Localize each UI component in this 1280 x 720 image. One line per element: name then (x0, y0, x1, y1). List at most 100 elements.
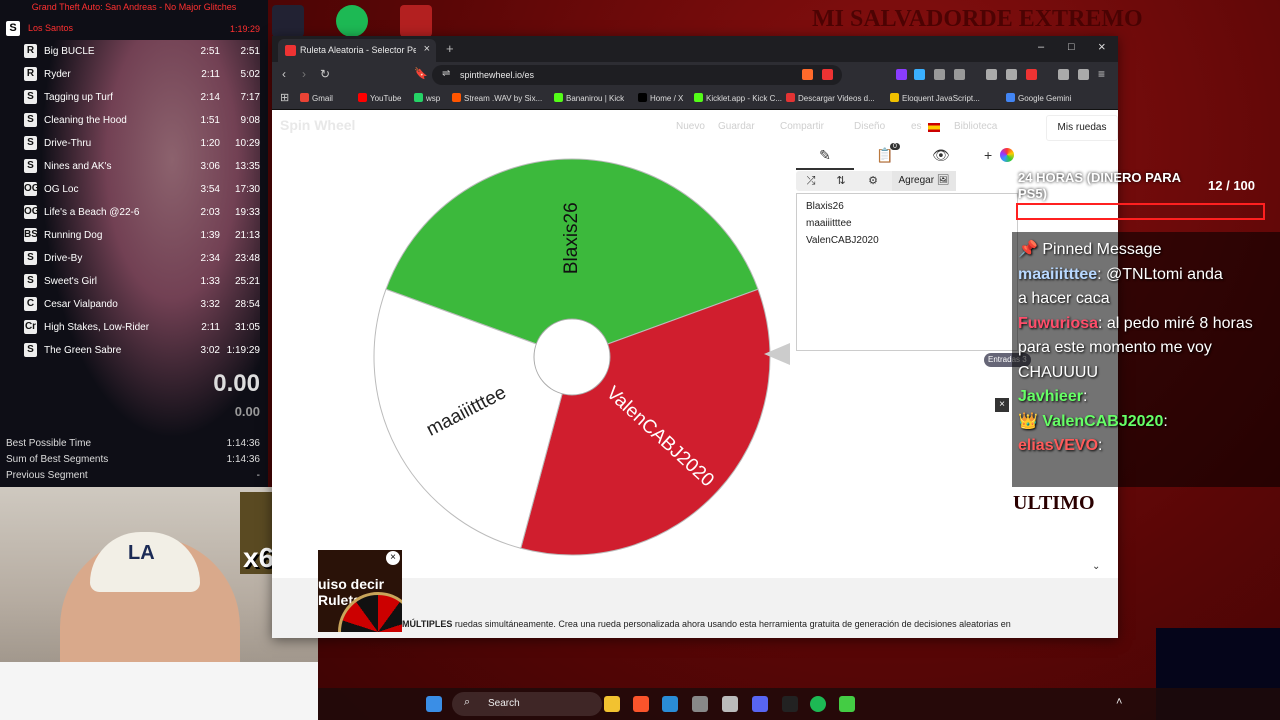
chat-username[interactable]: eliasVEVO (1018, 437, 1098, 454)
split-segment: 1:51 (200, 115, 220, 126)
screenshot-icon[interactable] (954, 69, 965, 80)
chat-message: CHAUUUU (1018, 361, 1098, 385)
chat-username[interactable]: ValenCABJ2020 (1042, 413, 1163, 430)
settings-app-icon[interactable] (722, 696, 738, 712)
tab-ruleta[interactable]: Ruleta Aleatoria - Selector Personalizad… (278, 39, 436, 62)
obs-icon[interactable] (782, 696, 798, 712)
reload-icon[interactable]: ↻ (320, 67, 330, 81)
bookmark-item[interactable]: Home / X (638, 93, 683, 103)
scroll-down-icon[interactable]: ⌄ (1092, 561, 1100, 572)
bookmark-item[interactable]: Descargar Videos d... (786, 93, 875, 103)
edit-tab-icon[interactable]: ✎ (796, 147, 854, 170)
rewards-icon[interactable] (822, 69, 833, 80)
bookmark-item[interactable]: YouTube (358, 93, 401, 103)
ad-close-button[interactable]: × (386, 551, 400, 565)
app-icon-1[interactable] (272, 5, 304, 37)
browser-window: Ruleta Aleatoria - Selector Personalizad… (272, 36, 1118, 638)
minimize-button[interactable]: – (1038, 41, 1044, 53)
split-row: R Big BUCLE 2:51 2:51 (0, 40, 268, 63)
extension-icon[interactable] (896, 69, 907, 80)
menu-design[interactable]: Diseño (854, 121, 885, 132)
split-row: OG OG Loc 3:54 17:30 (0, 178, 268, 201)
add-image-button[interactable]: Agregar 🖼 (892, 171, 956, 191)
app-icon-3[interactable] (400, 5, 432, 37)
shield-icon[interactable] (1078, 69, 1089, 80)
apps-grid-icon[interactable]: ⊞ (280, 91, 289, 104)
split-segment: 2:14 (200, 92, 220, 103)
split-time: 13:35 (234, 161, 260, 172)
chat-message: Javhieer: (1018, 385, 1087, 409)
menu-icon[interactable]: ≡ (1098, 67, 1105, 81)
chat-overlay: 📌 Pinned Message maaiiitttee: @TNLtomi an… (1012, 232, 1280, 487)
split-row: S The Green Sabre 3:02 1:19:29 (0, 339, 268, 362)
tab-close-icon[interactable]: × (424, 43, 430, 55)
url-field[interactable]: ⇌ spinthewheel.io/es (432, 65, 842, 85)
extension-icon[interactable] (914, 69, 925, 80)
entry-line: ValenCABJ2020 (806, 235, 879, 246)
file-explorer-icon[interactable] (604, 696, 620, 712)
split-icon: S (24, 159, 37, 173)
split-row: S Nines and AK's 3:06 13:35 (0, 155, 268, 178)
site-info-icon[interactable]: ⇌ (442, 68, 450, 79)
split-time: 21:13 (234, 230, 260, 241)
cap-logo: LA (128, 542, 155, 564)
shuffle-icon[interactable]: ⤮ (796, 171, 826, 191)
split-segment: 2:51 (200, 46, 220, 57)
menu-save[interactable]: Guardar (718, 121, 755, 132)
vpn-icon[interactable] (1058, 69, 1069, 80)
tray-chevron-icon[interactable]: ˄ (1116, 696, 1122, 708)
sidebar-icon[interactable] (1006, 69, 1017, 80)
vscode-icon[interactable] (662, 696, 678, 712)
split-segment: 2:34 (200, 253, 220, 264)
add-wheel-icon[interactable]: + (984, 147, 992, 163)
taskbar-search[interactable]: ⌕ Search (452, 692, 602, 716)
hide-tab-icon[interactable]: 👁 (932, 147, 950, 164)
wheel-center-hub[interactable] (533, 318, 611, 396)
bookmark-item[interactable]: Kicklet.app - Kick C... (694, 93, 782, 103)
close-window-button[interactable]: × (1098, 39, 1106, 54)
menu-library[interactable]: Biblioteca (954, 121, 997, 132)
bookmark-item[interactable]: Gmail (300, 93, 333, 103)
brave-icon[interactable] (633, 696, 649, 712)
spotify-taskbar-icon[interactable] (810, 696, 826, 712)
bookmark-item[interactable]: Eloquent JavaScript... (890, 93, 980, 103)
brave-shield-icon[interactable] (802, 69, 813, 80)
spotify-icon[interactable] (336, 5, 368, 37)
chat-username[interactable]: Fuwuriosa (1018, 315, 1098, 332)
chat-message: maaiiitttee: @TNLtomi anda (1018, 263, 1223, 287)
my-wheels-button[interactable]: Mis ruedas (1046, 115, 1118, 141)
bookmark-item[interactable]: wsp (414, 93, 440, 103)
settings-icon[interactable]: ⚙ (858, 171, 888, 191)
chat-username[interactable]: maaiiitttee (1018, 266, 1097, 283)
entries-textarea[interactable]: Blaxis26 maaiiitttee ValenCABJ2020 (796, 193, 1018, 351)
app-icon[interactable] (839, 696, 855, 712)
bookmark-icon[interactable]: 🔖 (414, 67, 428, 80)
media-icon[interactable] (986, 69, 997, 80)
menu-language[interactable]: es (911, 121, 922, 132)
app-icon[interactable] (692, 696, 708, 712)
menu-new[interactable]: Nuevo (676, 121, 705, 132)
maximize-button[interactable]: □ (1068, 41, 1075, 53)
bookmark-label: Gmail (312, 94, 333, 103)
bookmark-item[interactable]: Google Gemini (1006, 93, 1071, 103)
close-ad-button[interactable]: × (995, 398, 1009, 412)
split-name: OG Loc (44, 184, 79, 195)
new-tab-button[interactable]: + (446, 41, 454, 56)
bookmark-item[interactable]: Stream .WAV by Six... (452, 93, 542, 103)
chat-username[interactable]: Pinned Message (1042, 241, 1161, 258)
color-wheel-icon[interactable] (1000, 148, 1014, 162)
wallet-icon[interactable] (1026, 69, 1037, 80)
chat-text: : (1098, 437, 1103, 454)
forward-icon[interactable]: › (302, 67, 306, 81)
menu-share[interactable]: Compartir (780, 121, 824, 132)
back-icon[interactable]: ‹ (282, 67, 286, 81)
spinwheel-logo[interactable]: Spin Wheel (280, 117, 355, 133)
puzzle-icon[interactable] (934, 69, 945, 80)
bookmark-item[interactable]: Bananirou | Kick (554, 93, 624, 103)
discord-icon[interactable] (752, 696, 768, 712)
start-icon[interactable] (426, 696, 442, 712)
spin-wheel[interactable]: Blaxis26ValenCABJ2020maaiiitttee (362, 147, 782, 567)
sort-icon[interactable]: ⇅ (826, 171, 856, 191)
chat-username[interactable]: Javhieer (1018, 388, 1083, 405)
overlay-ultimo: ULTIMO (1013, 492, 1095, 514)
